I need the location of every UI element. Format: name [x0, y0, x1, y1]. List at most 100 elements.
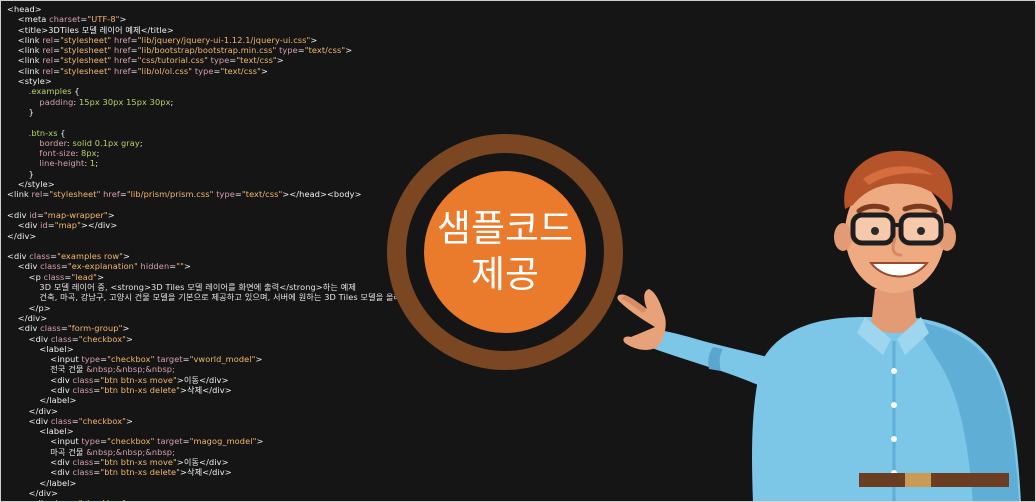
code-token: "magog_model"	[189, 436, 257, 447]
code-token: >	[126, 333, 133, 344]
code-token: "checkbox"	[107, 436, 155, 447]
code-token: class	[72, 384, 94, 395]
code-token: 전국 건물	[7, 364, 87, 375]
code-token: "btn btn-xs delete"	[100, 384, 181, 395]
code-token: <div	[7, 374, 73, 385]
code-line: padding: 15px 30px 15px 30px;	[7, 97, 1027, 107]
code-token: "btn btn-xs move"	[100, 457, 177, 468]
code-token: <div	[7, 467, 73, 478]
code-token: >	[276, 55, 284, 66]
code-token: "vworld_model"	[189, 354, 256, 365]
code-token: type	[194, 65, 214, 76]
code-token: href	[113, 45, 131, 56]
code-token: "stylesheet"	[60, 65, 112, 76]
code-token: <input	[7, 354, 82, 365]
code-token: >삭제</div>	[180, 384, 232, 395]
code-token: <div	[7, 415, 51, 426]
code-token: ></div>	[80, 220, 118, 231]
code-line: .examples {	[7, 86, 1027, 96]
code-token: <title>3DTiles 모델 레이어 예제</title>	[7, 24, 174, 35]
code-token: </label>	[7, 477, 77, 488]
code-token: charset	[49, 14, 81, 25]
code-token: >	[255, 354, 263, 365]
slide-frame: <head> <meta charset="UTF-8"> <title>3DT…	[0, 0, 1036, 502]
code-token: class	[40, 323, 61, 334]
code-token: </div>	[7, 230, 37, 241]
code-token: padding	[7, 96, 74, 107]
code-token: &nbsp;&nbsp;&nbsp;	[86, 364, 175, 375]
code-token: <div	[7, 220, 41, 231]
code-token: =	[47, 220, 55, 231]
code-token: 마곡 건물	[7, 446, 87, 457]
code-token: {	[57, 127, 66, 138]
code-token: =	[213, 65, 221, 76]
code-token: >이동</div>	[176, 374, 229, 385]
code-token: "btn btn-xs delete"	[100, 467, 181, 478]
code-token: class	[72, 457, 94, 468]
code-token: ;	[95, 158, 99, 169]
code-token: <style>	[7, 76, 52, 87]
code-token: <label>	[7, 426, 74, 437]
code-token: >	[345, 45, 353, 56]
code-token: type	[81, 436, 101, 447]
code-token: >	[126, 498, 133, 501]
code-token: ;	[139, 137, 143, 148]
code-token: =	[297, 45, 305, 56]
code-line: <head>	[7, 4, 1027, 14]
code-token: <div	[7, 498, 51, 501]
code-token: </style>	[7, 179, 55, 190]
code-token: hidden	[140, 261, 170, 272]
code-line: <style>	[7, 76, 1027, 86]
code-token: class	[40, 261, 61, 272]
presenter-man-icon	[617, 150, 1021, 501]
code-token: =	[130, 34, 138, 45]
badge-line-1: 샘플코드	[436, 207, 574, 250]
code-token: =	[130, 55, 138, 66]
code-token: id	[40, 220, 48, 231]
code-token: "examples row"	[57, 251, 124, 262]
code-token: class	[72, 374, 94, 385]
code-token: >	[310, 34, 318, 45]
code-line: <title>3DTiles 모델 레이어 예제</title>	[7, 25, 1027, 35]
code-token: >	[123, 251, 130, 262]
code-token: target	[157, 354, 183, 365]
code-token: rel	[42, 45, 54, 56]
code-token: "ex-explanation"	[67, 261, 138, 272]
code-token: <link	[7, 45, 43, 56]
code-token: type	[216, 189, 235, 200]
code-line: <link rel="stylesheet" href="lib/ol/ol.c…	[7, 66, 1027, 76]
code-token: =	[182, 436, 190, 447]
code-token: .btn-xs	[7, 127, 58, 138]
code-token: rel	[42, 55, 54, 66]
code-token: 8px	[81, 148, 97, 159]
code-token: id	[29, 209, 37, 220]
code-token: "text/css"	[220, 65, 261, 76]
code-token: rel	[31, 189, 43, 200]
code-token: <head>	[7, 4, 42, 14]
code-token: border	[7, 137, 67, 148]
code-token: }	[7, 106, 34, 117]
code-token: href	[113, 55, 131, 66]
code-token: "stylesheet"	[60, 55, 112, 66]
code-token: {	[71, 86, 80, 97]
code-token: </p>	[7, 302, 51, 313]
code-token: =	[130, 45, 138, 56]
code-token: 15px 30px 15px 30px	[78, 96, 171, 107]
code-token: ;	[96, 148, 100, 159]
code-token: "checkbox"	[78, 415, 127, 426]
code-token: <link	[7, 55, 43, 66]
badge-text: 샘플코드 제공	[424, 171, 586, 333]
code-token: href	[113, 65, 131, 76]
code-token: ></head><body>	[282, 189, 362, 200]
code-token: "lib/ol/ol.css"	[137, 65, 193, 76]
code-token: =	[234, 189, 242, 200]
code-token: =	[182, 354, 190, 365]
code-token: href	[113, 34, 131, 45]
badge-line-2: 제공	[470, 253, 540, 296]
code-token: class	[50, 333, 72, 344]
code-token: .examples	[7, 86, 72, 97]
code-token: <div	[7, 457, 73, 468]
code-token: >	[119, 14, 127, 25]
code-line: <link rel="stylesheet" href="css/tutoria…	[7, 55, 1027, 65]
code-token: "text/css"	[241, 189, 283, 200]
